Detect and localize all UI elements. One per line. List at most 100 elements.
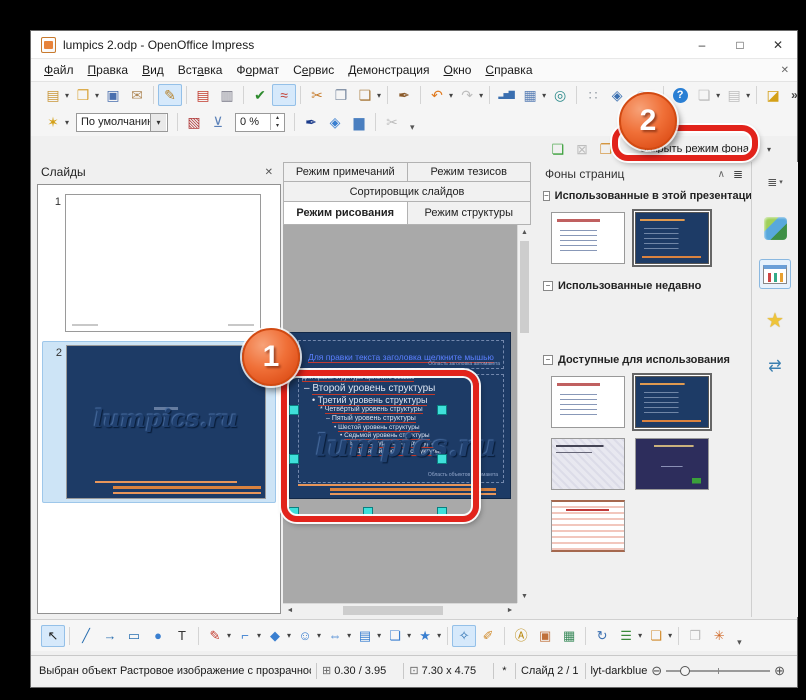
- hyperlink-icon[interactable]: ◎: [548, 84, 572, 106]
- curve-icon-dropdown[interactable]: ▾: [227, 631, 231, 640]
- from-file-icon[interactable]: ▣: [533, 625, 557, 647]
- transparency-spinner-arrows[interactable]: ▴ ▾: [270, 114, 284, 130]
- master-thumb-white-used[interactable]: [551, 212, 625, 264]
- alignment-icon[interactable]: ☰: [614, 625, 638, 647]
- paste-icon-dropdown[interactable]: ▾: [377, 91, 381, 100]
- stars-icon[interactable]: ★: [413, 625, 437, 647]
- block-arrows-icon-dropdown[interactable]: ▾: [347, 631, 351, 640]
- redo-icon-dropdown[interactable]: ▾: [479, 91, 483, 100]
- arrow-icon[interactable]: →: [98, 625, 122, 647]
- table-icon-dropdown[interactable]: ▾: [542, 91, 546, 100]
- open-icon-dropdown[interactable]: ▾: [95, 91, 99, 100]
- menu-вставка[interactable]: Вставка: [171, 61, 230, 79]
- new-slide-icon-dropdown[interactable]: ▾: [716, 91, 720, 100]
- combobox-arrow-icon[interactable]: ▾: [150, 114, 166, 131]
- presentation-toolbar-overflow-icon[interactable]: ▾: [410, 122, 415, 136]
- fontwork-icon[interactable]: Ⓐ: [509, 625, 533, 647]
- undo-icon-dropdown[interactable]: ▾: [449, 91, 453, 100]
- select-icon[interactable]: ↖: [41, 625, 65, 647]
- object-size[interactable]: 7.30 x 4.75: [422, 665, 488, 677]
- shadow-icon[interactable]: ▆: [347, 111, 371, 133]
- alignment-icon-dropdown[interactable]: ▾: [638, 631, 642, 640]
- paste-icon[interactable]: ❏: [353, 84, 377, 106]
- toolbar-overflow-icon[interactable]: »: [791, 88, 798, 102]
- connector-icon-dropdown[interactable]: ▾: [257, 631, 261, 640]
- callouts-icon[interactable]: ❏: [383, 625, 407, 647]
- save-icon[interactable]: ▣: [101, 84, 125, 106]
- slide-layout-icon-dropdown[interactable]: ▾: [746, 91, 750, 100]
- slide-1-thumbnail[interactable]: [65, 194, 261, 332]
- properties-deck-icon[interactable]: [759, 213, 791, 243]
- horizontal-scrollbar[interactable]: ◄ ►: [283, 603, 517, 617]
- slide-design-icon[interactable]: ◪: [761, 84, 785, 106]
- master-thumb-redstripe[interactable]: [551, 500, 625, 552]
- master-thumb-darkblue[interactable]: [635, 376, 709, 428]
- menu-сервис[interactable]: Сервис: [286, 61, 341, 79]
- arrange-icon-dropdown[interactable]: ▾: [668, 631, 672, 640]
- spellcheck-icon[interactable]: ✔: [248, 84, 272, 106]
- drawing-toolbar-overflow-icon[interactable]: ▾: [737, 637, 742, 651]
- export-pdf-icon[interactable]: ▤: [191, 84, 215, 106]
- background-toolbar-overflow-icon[interactable]: ▾: [767, 145, 771, 154]
- menu-правка[interactable]: Правка: [81, 61, 136, 79]
- menu-файл[interactable]: Файл: [37, 61, 81, 79]
- line-icon[interactable]: ╱: [74, 625, 98, 647]
- chart-icon[interactable]: ▂▅▇: [494, 84, 518, 106]
- rotate-icon[interactable]: ↻: [590, 625, 614, 647]
- autospellcheck-icon[interactable]: ≈: [272, 84, 296, 106]
- tab-slide-sorter[interactable]: Сортировщик слайдов: [283, 182, 531, 202]
- collapse-section-icon[interactable]: −: [543, 281, 553, 291]
- zoom-in-icon[interactable]: ⊕: [774, 663, 785, 679]
- tab-notes[interactable]: Режим примечаний: [283, 162, 408, 182]
- edit-points-icon[interactable]: ✧: [452, 625, 476, 647]
- menu-окно[interactable]: Окно: [437, 61, 479, 79]
- glue-points-icon[interactable]: ✐: [476, 625, 500, 647]
- menu-вид[interactable]: Вид: [135, 61, 171, 79]
- panel-menu-icon[interactable]: ≣: [733, 167, 743, 181]
- slide-2-thumbnail[interactable]: lumpics.ru: [66, 345, 266, 499]
- master-thumb-navy[interactable]: [635, 438, 709, 490]
- style-select-combobox[interactable]: По умолчанию▾: [76, 113, 168, 132]
- styles-wand-icon-dropdown[interactable]: ▾: [65, 118, 69, 127]
- panel-collapse-icon[interactable]: ∧: [718, 169, 725, 180]
- connector-icon[interactable]: ⌐: [233, 625, 257, 647]
- section-header-3[interactable]: −Доступные для использования: [537, 350, 751, 368]
- scroll-up-icon[interactable]: ▲: [518, 225, 531, 239]
- vertical-scrollbar[interactable]: ▲ ▼: [517, 225, 531, 603]
- zoom-slider-thumb[interactable]: [680, 666, 690, 676]
- master-name[interactable]: lyt-darkblue: [590, 665, 647, 677]
- zoom-slider[interactable]: [666, 670, 770, 672]
- gallery-icon[interactable]: ▦: [557, 625, 581, 647]
- section-header-1[interactable]: −Использованные в этой презентации: [537, 186, 751, 204]
- new-page-icon[interactable]: ❏: [546, 138, 570, 160]
- edit-file-icon[interactable]: ✎: [158, 84, 182, 106]
- horizontal-scroll-thumb[interactable]: [343, 606, 443, 615]
- rectangle-icon[interactable]: ▭: [122, 625, 146, 647]
- slide-1-row[interactable]: 1: [42, 191, 276, 335]
- close-document-icon[interactable]: ✕: [781, 65, 789, 76]
- email-icon[interactable]: ✉: [125, 84, 149, 106]
- menu-справка[interactable]: Справка: [478, 61, 539, 79]
- zoom-out-icon[interactable]: ⊖: [651, 663, 662, 679]
- scroll-down-icon[interactable]: ▼: [518, 589, 531, 603]
- tab-drawing[interactable]: Режим рисования: [283, 202, 408, 225]
- slide-indicator[interactable]: Слайд 2 / 1: [521, 665, 580, 677]
- menu-формат[interactable]: Формат: [229, 61, 286, 79]
- symbol-shapes-icon[interactable]: ☺: [293, 625, 317, 647]
- transition-deck-icon[interactable]: ⇄: [759, 351, 791, 381]
- table-icon[interactable]: ▦: [518, 84, 542, 106]
- minimize-button[interactable]: –: [683, 31, 721, 59]
- stars-icon-dropdown[interactable]: ▾: [437, 631, 441, 640]
- interaction-icon[interactable]: ✳: [707, 625, 731, 647]
- basic-shapes-icon[interactable]: ◆: [263, 625, 287, 647]
- open-icon[interactable]: ❒: [71, 84, 95, 106]
- text-icon[interactable]: T: [170, 625, 194, 647]
- master-thumb-lavender[interactable]: [551, 438, 625, 490]
- cursor-position[interactable]: 0.30 / 3.95: [334, 665, 398, 677]
- collapse-section-icon[interactable]: −: [543, 191, 550, 201]
- ellipse-icon[interactable]: ●: [146, 625, 170, 647]
- arrange-icon[interactable]: ❏: [644, 625, 668, 647]
- ink-pen-icon[interactable]: ✒: [299, 111, 323, 133]
- callouts-icon-dropdown[interactable]: ▾: [407, 631, 411, 640]
- page-background-icon[interactable]: ▧: [182, 111, 206, 133]
